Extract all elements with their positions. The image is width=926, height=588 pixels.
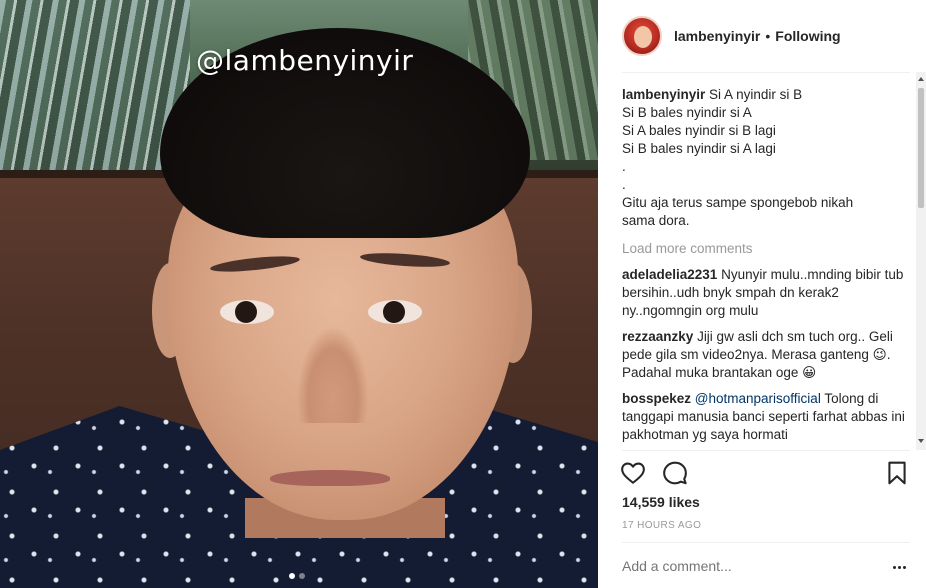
actions-divider bbox=[622, 450, 910, 451]
comment-box-divider bbox=[622, 542, 910, 543]
scrollbar-thumb[interactable] bbox=[918, 88, 924, 208]
load-more-comments-link[interactable]: Load more comments bbox=[622, 240, 914, 258]
post-media[interactable]: @lambenyinyir bbox=[0, 0, 598, 588]
add-comment-input[interactable] bbox=[622, 558, 882, 574]
comment-item: bosspekez @hotmanparisofficial Tolong di… bbox=[622, 390, 914, 444]
watermark-text: @lambenyinyir bbox=[196, 44, 414, 77]
post-header: lambenyinyir • Following bbox=[598, 0, 926, 72]
comment-username[interactable]: rezzaanzky bbox=[622, 329, 693, 344]
post-timestamp[interactable]: 17 HOURS AGO bbox=[622, 520, 701, 531]
comment-username[interactable]: adeladelia2231 bbox=[622, 267, 717, 282]
header-username[interactable]: lambenyinyir bbox=[674, 28, 760, 44]
header-separator: • bbox=[765, 28, 771, 44]
comment-username[interactable]: bosspekez bbox=[622, 391, 691, 406]
eye-left bbox=[220, 300, 274, 324]
scroll-down-arrow-icon[interactable] bbox=[918, 438, 924, 444]
caption-line: Si B bales nyindir si A bbox=[622, 105, 752, 120]
heart-icon[interactable] bbox=[620, 460, 646, 486]
caption-line: Si A bales nyindir si B lagi bbox=[622, 123, 776, 138]
bookmark-icon[interactable] bbox=[884, 460, 910, 486]
more-options-icon[interactable] bbox=[893, 566, 909, 572]
eye-right bbox=[368, 300, 422, 324]
caption: lambenyinyir Si A nyindir si B Si B bale… bbox=[622, 86, 914, 230]
person-head bbox=[150, 28, 540, 538]
header-divider bbox=[622, 72, 910, 73]
caption-line: Si B bales nyindir si A lagi bbox=[622, 141, 776, 156]
carousel-dot-2[interactable] bbox=[299, 573, 305, 579]
caption-line: Si A nyindir si B bbox=[709, 87, 803, 102]
likes-count[interactable]: 14,559 likes bbox=[622, 494, 700, 510]
comments-list[interactable]: lambenyinyir Si A nyindir si B Si B bale… bbox=[622, 86, 914, 450]
action-bar bbox=[620, 460, 910, 488]
comment-icon[interactable] bbox=[662, 460, 688, 486]
caption-username[interactable]: lambenyinyir bbox=[622, 87, 705, 102]
nose bbox=[298, 328, 368, 423]
caption-line: . bbox=[622, 177, 626, 192]
comment-item: adeladelia2231 Nyunyir mulu..mnding bibi… bbox=[622, 266, 914, 320]
avatar[interactable] bbox=[622, 16, 662, 56]
follow-status-button[interactable]: Following bbox=[775, 28, 840, 44]
scroll-up-arrow-icon[interactable] bbox=[918, 76, 924, 82]
carousel-dots bbox=[289, 573, 305, 579]
carousel-dot-1[interactable] bbox=[289, 573, 295, 579]
caption-line: sama dora. bbox=[622, 213, 690, 228]
mouth bbox=[270, 470, 390, 486]
comment-mention-link[interactable]: @hotmanparisofficial bbox=[695, 391, 821, 406]
comment-item: rezzaanzky Jiji gw asli dch sm tuch org.… bbox=[622, 328, 914, 382]
caption-line: . bbox=[622, 159, 626, 174]
caption-line: Gitu aja terus sampe spongebob nikah bbox=[622, 195, 854, 210]
